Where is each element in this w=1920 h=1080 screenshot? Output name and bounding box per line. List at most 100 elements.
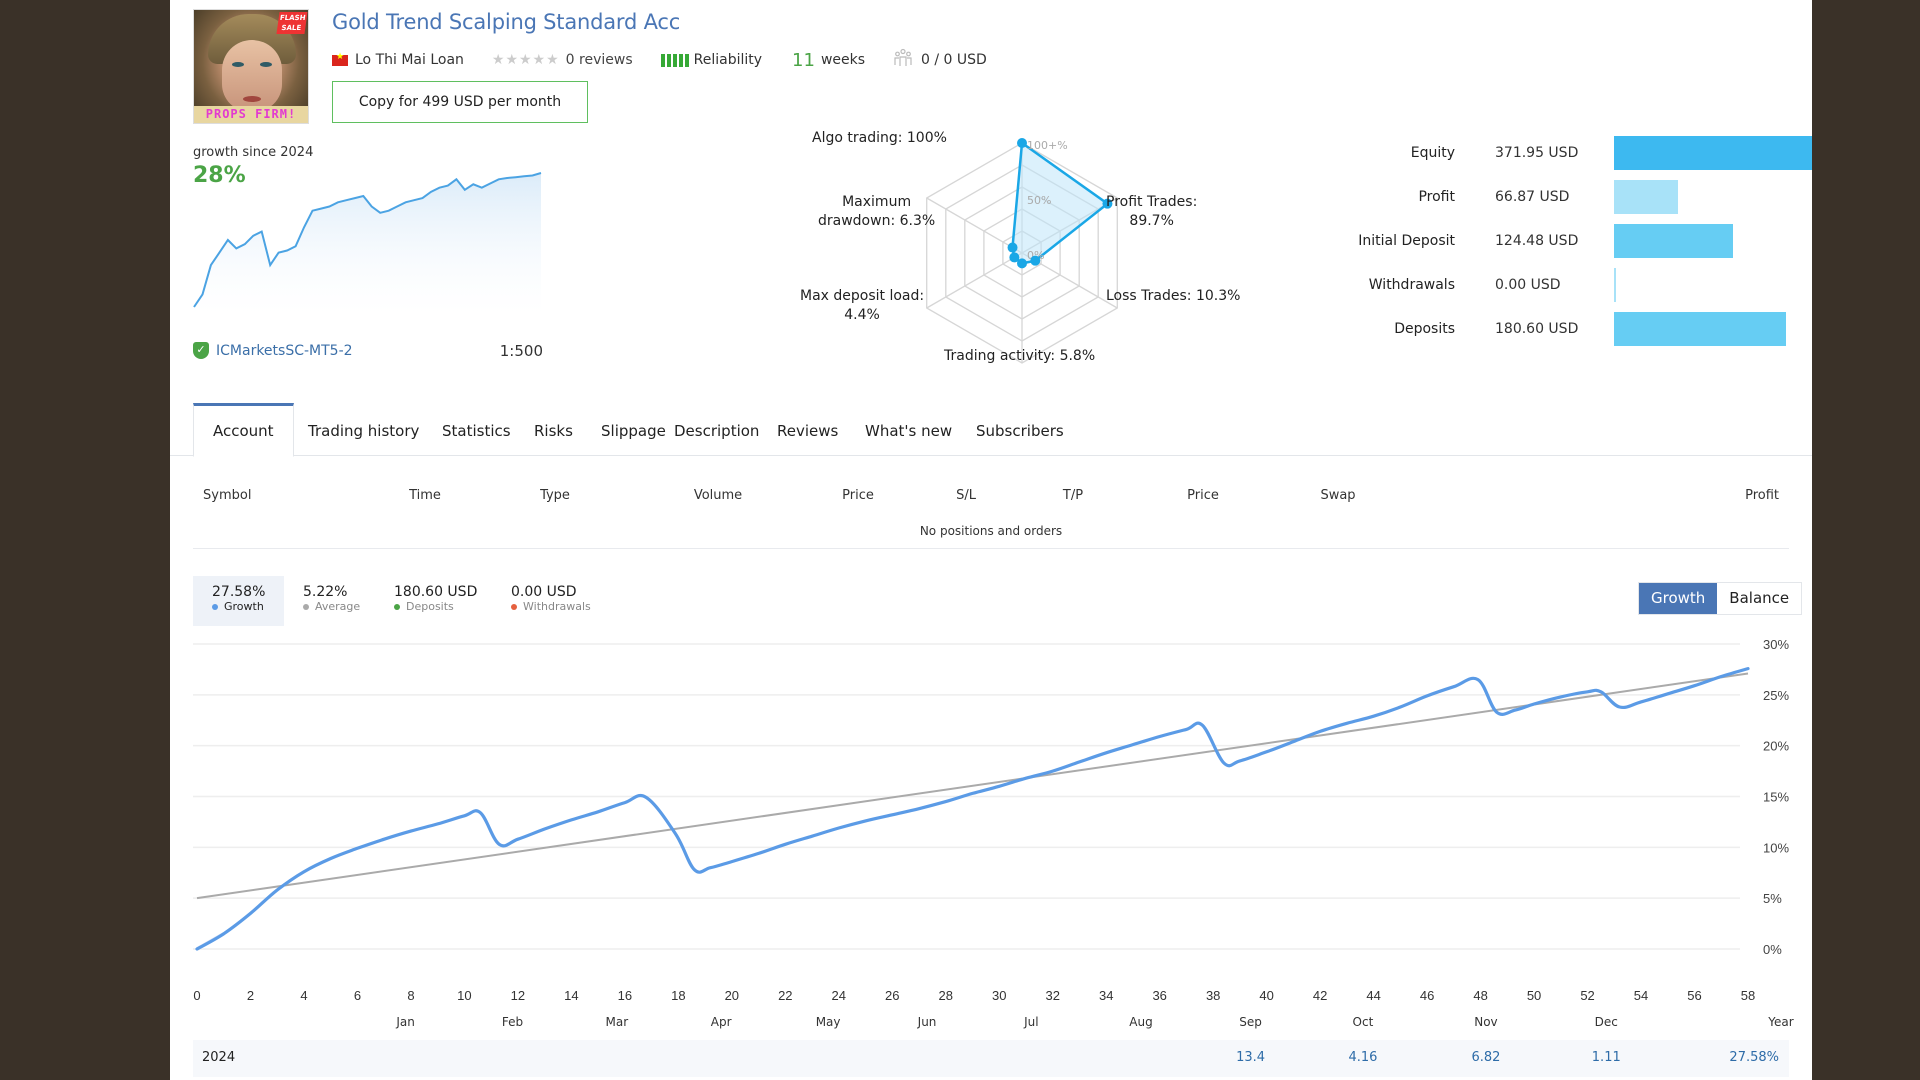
legend-dot-icon xyxy=(212,603,218,610)
x-tick-label: 34 xyxy=(1099,988,1113,1003)
financial-value: 124.48 USD xyxy=(1495,233,1579,249)
x-tick-label: 58 xyxy=(1741,988,1755,1003)
month-label: Nov xyxy=(1474,1015,1498,1029)
column-header[interactable]: Time xyxy=(409,488,441,503)
x-tick-label: 14 xyxy=(564,988,578,1003)
financial-label: Deposits xyxy=(1394,321,1455,337)
avatar-eye xyxy=(232,62,244,67)
stat-label-text: Growth xyxy=(224,600,264,613)
radar-label-line: Max deposit load: xyxy=(800,288,925,304)
financial-bar xyxy=(1614,312,1787,346)
stat-label-text: Deposits xyxy=(406,600,454,613)
radar-spoke xyxy=(926,252,1023,309)
column-header[interactable]: S/L xyxy=(956,488,976,503)
stat-value: 0.00 USD xyxy=(511,584,577,600)
leverage-value: 1:500 xyxy=(499,342,543,360)
rating-stars-icon: ★★★★★ xyxy=(491,52,560,68)
radar-label-max-drawdown: Maximum drawdown: 6.3% xyxy=(818,193,935,231)
y-tick-label: 20% xyxy=(1763,739,1789,754)
column-header[interactable]: Volume xyxy=(694,488,742,503)
broker-server[interactable]: ✓ ICMarketsSC-MT5-2 xyxy=(193,342,353,359)
balance-toggle-button[interactable]: Balance xyxy=(1717,583,1802,614)
month-label: Jul xyxy=(1024,1015,1039,1029)
tab-statistics[interactable]: Statistics xyxy=(423,403,530,457)
flash-sale-badge: FLASH SALE xyxy=(276,12,308,34)
growth-since-label: growth since 2024 xyxy=(193,145,314,160)
stat-label: Growth xyxy=(212,600,265,613)
column-header[interactable]: Swap xyxy=(1320,488,1355,503)
y-tick-label: 10% xyxy=(1763,840,1789,855)
radar-scale-label: 100+% xyxy=(1027,139,1068,152)
column-header[interactable]: Symbol xyxy=(203,488,251,503)
tab-risks[interactable]: Risks xyxy=(515,403,592,457)
x-tick-label: 54 xyxy=(1634,988,1648,1003)
stat-label-text: Average xyxy=(315,600,361,613)
reliability-label: Reliability xyxy=(693,52,763,68)
legend-dot-icon xyxy=(394,603,400,610)
growth-toggle-button[interactable]: Growth xyxy=(1639,583,1718,614)
reviews-link[interactable]: 0 reviews xyxy=(566,52,633,68)
stat-label: Deposits xyxy=(394,600,477,613)
financial-value: 66.87 USD xyxy=(1495,189,1570,205)
x-tick-label: 2 xyxy=(247,988,254,1003)
month-label: Jun xyxy=(917,1015,937,1029)
tab-trading-history[interactable]: Trading history xyxy=(289,403,438,457)
growth-line[interactable] xyxy=(195,667,1750,951)
stat-average[interactable]: 5.22% Average xyxy=(284,576,379,626)
month-label: Sep xyxy=(1239,1015,1262,1029)
month-return-value[interactable]: 13.4 xyxy=(1236,1050,1265,1065)
financial-value: 180.60 USD xyxy=(1495,321,1579,337)
y-tick-label: 25% xyxy=(1763,688,1789,703)
stat-deposits[interactable]: 180.60 USD Deposits xyxy=(375,576,496,626)
financial-row: Initial Deposit 124.48 USD xyxy=(1150,224,1812,258)
radar-point[interactable] xyxy=(1030,255,1041,266)
stat-withdrawals[interactable]: 0.00 USD Withdrawals xyxy=(492,576,610,626)
x-tick-label: 38 xyxy=(1206,988,1220,1003)
signal-avatar[interactable]: FLASH SALE PROPS FIRM! xyxy=(193,9,309,124)
x-tick-label: 4 xyxy=(300,988,307,1003)
radar-point[interactable] xyxy=(1017,138,1027,148)
x-tick-label: 46 xyxy=(1420,988,1434,1003)
x-tick-label: 40 xyxy=(1259,988,1273,1003)
financial-label: Equity xyxy=(1410,145,1455,161)
column-header[interactable]: Price xyxy=(1187,488,1219,503)
tab-subscribers[interactable]: Subscribers xyxy=(957,403,1083,457)
month-return-value[interactable]: 6.82 xyxy=(1471,1050,1500,1065)
tab-what-s-new[interactable]: What's new xyxy=(846,403,971,457)
column-header[interactable]: Profit xyxy=(1745,488,1779,503)
radar-spoke xyxy=(926,197,1023,254)
author-link[interactable]: Lo Thi Mai Loan xyxy=(355,52,464,68)
financial-bar xyxy=(1614,224,1733,258)
tab-reviews[interactable]: Reviews xyxy=(758,403,857,457)
radar-point[interactable] xyxy=(1009,252,1020,263)
x-tick-label: 24 xyxy=(832,988,846,1003)
stat-label: Withdrawals xyxy=(511,600,591,613)
month-label: Aug xyxy=(1129,1015,1153,1029)
month-return-value[interactable]: 1.11 xyxy=(1592,1050,1621,1065)
verified-shield-icon: ✓ xyxy=(193,342,209,359)
column-header[interactable]: Type xyxy=(540,488,570,503)
x-tick-label: 42 xyxy=(1313,988,1327,1003)
stat-value: 180.60 USD xyxy=(394,584,478,600)
financial-label: Withdrawals xyxy=(1368,277,1455,293)
tab-account[interactable]: Account xyxy=(193,403,294,457)
subscribers-icon xyxy=(893,48,913,72)
tab-bar: Account Trading history Statistics Risks Sli… xyxy=(170,403,1812,457)
x-tick-label: 50 xyxy=(1527,988,1541,1003)
empty-positions-message: No positions and orders xyxy=(919,524,1063,538)
column-header[interactable]: Price xyxy=(842,488,874,503)
x-tick-label: 36 xyxy=(1152,988,1166,1003)
signal-page: FLASH SALE PROPS FIRM! Gold Trend Scalpi… xyxy=(170,0,1812,1080)
stat-growth[interactable]: 27.58% Growth xyxy=(193,576,285,626)
broker-name[interactable]: ICMarketsSC-MT5-2 xyxy=(216,343,353,359)
weeks-label: weeks xyxy=(820,52,866,68)
mini-growth-chart xyxy=(193,172,542,315)
column-header[interactable]: T/P xyxy=(1063,488,1083,503)
y-tick-label: 15% xyxy=(1763,790,1789,805)
radar-point[interactable] xyxy=(1007,242,1018,253)
copy-subscribe-button[interactable]: Copy for 499 USD per month xyxy=(332,81,588,123)
month-return-value[interactable]: 4.16 xyxy=(1348,1050,1377,1065)
financial-row: Profit 66.87 USD xyxy=(1150,180,1812,214)
x-tick-label: 16 xyxy=(618,988,632,1003)
growth-chart: 0%5%10%15%20%25%30%0 2 4 6 8 10 12 14 16 18 20 22 24… xyxy=(193,637,1789,1003)
